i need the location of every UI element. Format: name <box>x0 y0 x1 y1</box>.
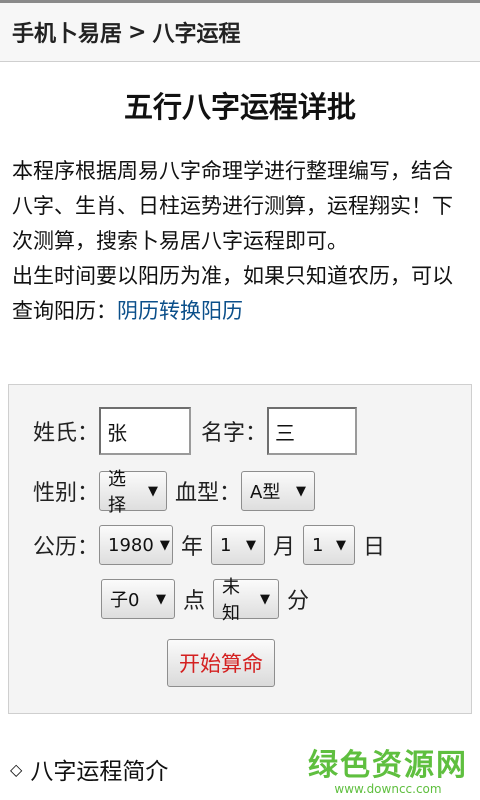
watermark-url: www.downcc.com <box>334 782 442 796</box>
year-select-value: 1980 <box>108 534 154 556</box>
start-fortune-button[interactable]: 开始算命 <box>167 639 275 687</box>
watermark-name: 绿色资源网 <box>308 748 468 783</box>
day-select-value: 1 <box>312 534 324 556</box>
gender-label: 性别： <box>33 481 100 506</box>
breadcrumb-current: 八字运程 <box>152 22 241 47</box>
given-name-label: 名字： <box>201 421 268 446</box>
blood-type-label: 血型： <box>175 481 242 506</box>
watermark: 绿色资源网 www.downcc.com <box>308 740 468 796</box>
chevron-down-icon: ▼ <box>148 483 159 499</box>
year-select[interactable]: 1980 ▼ <box>99 525 174 565</box>
chevron-down-icon: ▼ <box>156 591 166 607</box>
name-row: 姓氏： 张 名字： 三 <box>33 407 358 455</box>
gender-blood-row: 性别： 选择 ▼ 血型： A型 ▼ <box>33 469 316 516</box>
minute-select[interactable]: 未知 ▼ <box>213 577 280 624</box>
hour-unit: 点 <box>183 589 206 614</box>
lunar-to-solar-link[interactable]: 阴历转换阳历 <box>117 299 243 323</box>
time-row: 子0 ▼ 点 未知 ▼ 分 <box>101 577 317 624</box>
breadcrumb: 手机卜易居 > 八字运程 <box>0 0 480 62</box>
gender-select-value: 选择 <box>108 469 127 516</box>
diamond-icon: ◇ <box>10 759 23 779</box>
chevron-down-icon: ▼ <box>246 537 257 553</box>
surname-label: 姓氏： <box>33 421 100 446</box>
hour-select[interactable]: 子0 ▼ <box>101 579 175 619</box>
day-select[interactable]: 1 ▼ <box>303 525 356 565</box>
intro-paragraph-1: 本程序根据周易八字命理学进行整理编写，结合八字、生肖、日柱运势进行测算，运程翔实… <box>12 159 453 253</box>
month-select[interactable]: 1 ▼ <box>211 525 266 565</box>
page-title: 五行八字运程详批 <box>123 90 356 124</box>
calendar-row: 公历： 1980 ▼ 年 1 ▼ 月 1 ▼ 日 <box>33 525 393 565</box>
day-unit: 日 <box>363 535 386 560</box>
chevron-down-icon: ▼ <box>336 537 347 553</box>
chevron-down-icon: ▼ <box>296 483 307 499</box>
bazi-form: 姓氏： 张 名字： 三 性别： 选择 ▼ 血型： A型 ▼ 公历： 1980 ▼… <box>8 384 472 714</box>
minute-unit: 分 <box>287 589 310 614</box>
month-select-value: 1 <box>220 534 232 556</box>
gender-select[interactable]: 选择 ▼ <box>99 469 168 516</box>
chevron-down-icon: ▼ <box>260 591 271 607</box>
breadcrumb-separator: > <box>128 19 147 45</box>
given-name-input[interactable]: 三 <box>267 407 358 455</box>
section-heading[interactable]: ◇ 八字运程简介 <box>10 752 168 786</box>
intro-paragraph-2: 出生时间要以阳历为准，如果只知道农历，可以查询阳历：阴历转换阳历 <box>12 259 468 329</box>
blood-type-select-value: A型 <box>250 482 281 503</box>
surname-input[interactable]: 张 <box>99 407 192 455</box>
intro-text: 本程序根据周易八字命理学进行整理编写，结合八字、生肖、日柱运势进行测算，运程翔实… <box>12 154 468 329</box>
breadcrumb-site-link[interactable]: 手机卜易居 <box>12 16 122 48</box>
section-heading-label: 八字运程简介 <box>30 759 169 785</box>
blood-type-select[interactable]: A型 ▼ <box>241 471 316 511</box>
calendar-label: 公历： <box>33 535 100 560</box>
year-unit: 年 <box>181 535 204 560</box>
chevron-down-icon: ▼ <box>159 537 170 553</box>
hour-select-value: 子0 <box>110 590 140 611</box>
minute-select-value: 未知 <box>222 577 241 624</box>
month-unit: 月 <box>273 535 296 560</box>
